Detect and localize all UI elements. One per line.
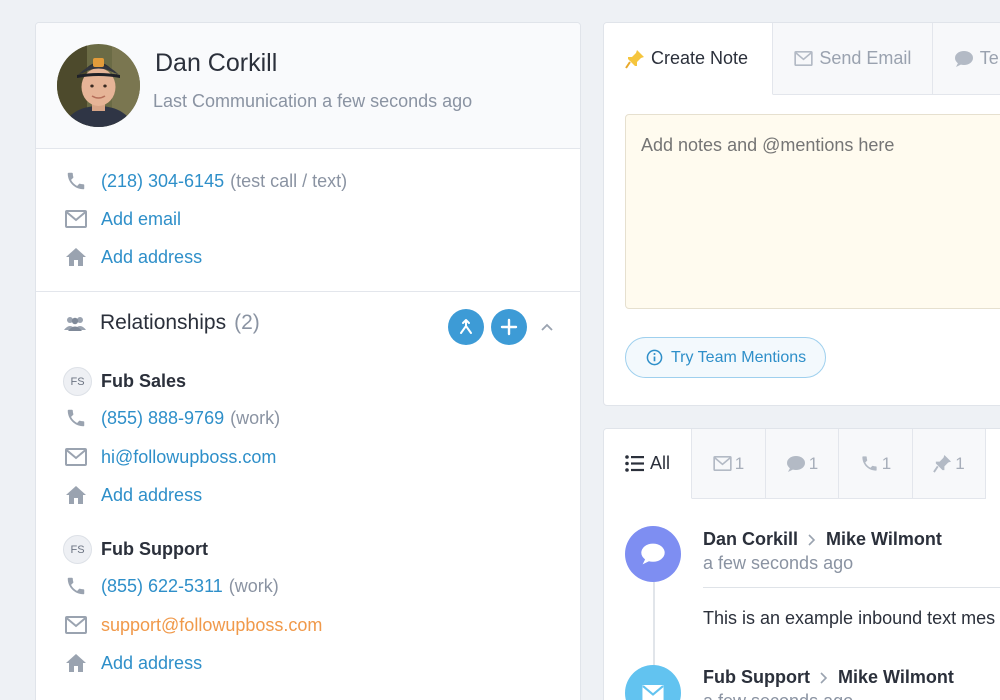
phone-icon xyxy=(64,406,88,430)
tab-create-note[interactable]: Create Note xyxy=(604,23,774,95)
section-divider xyxy=(36,291,580,292)
relationship-name-text: Fub Sales xyxy=(101,371,187,391)
relationship-email-row: hi@followupboss.com xyxy=(64,442,276,472)
tab-count: 1 xyxy=(881,453,892,473)
people-icon xyxy=(64,311,88,335)
tab-count: 1 xyxy=(808,453,819,473)
tab-label: Te xyxy=(979,48,999,68)
envelope-icon xyxy=(713,456,732,471)
entry-to[interactable]: Mike Wilmont xyxy=(838,667,954,688)
relationship-phone-row: (855) 888-9769 (work) xyxy=(64,403,280,433)
relationship-name[interactable]: FS Fub Sales xyxy=(63,367,186,396)
entry-header: Dan Corkill Mike Wilmont xyxy=(703,529,942,550)
feed-filter-tabs: All 1 1 1 1 xyxy=(604,429,986,499)
relationship-address-row: Add address xyxy=(64,648,202,678)
note-input[interactable] xyxy=(625,114,1000,309)
relationship-address-row: Add address xyxy=(64,480,202,510)
phone-link[interactable]: (218) 304-6145 xyxy=(101,171,224,192)
initials-badge: FS xyxy=(63,535,92,564)
composer-card: Create Note Send Email Te Try Team Menti… xyxy=(603,22,1000,406)
home-icon xyxy=(64,651,88,675)
avatar xyxy=(57,44,140,127)
tab-count: 1 xyxy=(734,453,745,473)
tab-calls[interactable]: 1 xyxy=(839,429,913,499)
mentions-button-label: Try Team Mentions xyxy=(671,348,807,366)
entry-time: a few seconds ago xyxy=(703,691,853,700)
envelope-icon xyxy=(64,207,88,231)
pin-icon xyxy=(933,454,952,473)
contact-name: Dan Corkill xyxy=(155,49,278,77)
tab-label: Create Note xyxy=(651,48,749,68)
collapse-chevron-icon[interactable] xyxy=(539,319,555,335)
tab-texts[interactable]: 1 xyxy=(766,429,839,499)
envelope-icon xyxy=(625,665,681,700)
chevron-right-icon xyxy=(819,671,829,684)
relationship-phone-link[interactable]: (855) 622-5311 xyxy=(101,576,223,597)
relationships-title: Relationships xyxy=(100,311,227,334)
address-row: Add address xyxy=(64,242,202,272)
phone-icon xyxy=(64,169,88,193)
relationship-email-row: support@followupboss.com xyxy=(64,610,322,640)
merge-icon xyxy=(460,319,472,334)
chat-icon xyxy=(625,526,681,582)
tab-send-email[interactable]: Send Email xyxy=(773,23,933,95)
entry-from[interactable]: Fub Support xyxy=(703,667,810,688)
chevron-right-icon xyxy=(807,533,817,546)
phone-row: (218) 304-6145 (test call / text) xyxy=(64,166,347,196)
relationship-add-address-link[interactable]: Add address xyxy=(101,485,202,506)
list-icon xyxy=(625,455,644,472)
last-communication: Last Communication a few seconds ago xyxy=(153,91,473,111)
add-relationship-button[interactable] xyxy=(491,309,527,345)
relationship-phone-link[interactable]: (855) 888-9769 xyxy=(101,408,224,429)
phone-type: (work) xyxy=(230,407,281,428)
activity-feed-card: All 1 1 1 1 Dan Corkill Mike Wilmont a f… xyxy=(603,428,1000,700)
entry-time: a few seconds ago xyxy=(703,553,854,573)
phone-icon xyxy=(860,454,879,473)
tab-emails[interactable]: 1 xyxy=(692,429,766,499)
entry-header: Fub Support Mike Wilmont xyxy=(703,667,954,688)
tab-all[interactable]: All xyxy=(604,429,692,499)
pin-icon xyxy=(625,49,645,69)
phone-type: (work) xyxy=(228,575,279,596)
relationship-phone-row: (855) 622-5311 (work) xyxy=(64,571,279,601)
entry-message: This is an example inbound text mes xyxy=(703,608,996,628)
envelope-icon xyxy=(794,51,813,66)
relationship-add-address-link[interactable]: Add address xyxy=(101,653,202,674)
add-email-link[interactable]: Add email xyxy=(101,209,181,230)
add-address-link[interactable]: Add address xyxy=(101,247,202,268)
home-icon xyxy=(64,245,88,269)
entry-from[interactable]: Dan Corkill xyxy=(703,529,798,550)
relationship-name[interactable]: FS Fub Support xyxy=(63,535,208,564)
composer-tabs: Create Note Send Email Te xyxy=(604,23,1000,95)
relationship-email-link[interactable]: hi@followupboss.com xyxy=(101,447,276,468)
relationship-name-text: Fub Support xyxy=(101,539,208,559)
tab-label: Send Email xyxy=(819,48,912,68)
relationships-count: (2) xyxy=(234,311,260,334)
chat-icon xyxy=(954,50,974,68)
tab-label: All xyxy=(649,453,670,473)
relationship-email-link[interactable]: support@followupboss.com xyxy=(101,615,322,636)
home-icon xyxy=(64,483,88,507)
phone-icon xyxy=(64,574,88,598)
envelope-icon xyxy=(64,613,88,637)
envelope-icon xyxy=(64,445,88,469)
profile-header: Dan Corkill Last Communication a few sec… xyxy=(36,23,580,149)
try-team-mentions-button[interactable]: Try Team Mentions xyxy=(625,337,826,378)
tab-text[interactable]: Te xyxy=(932,23,1000,95)
email-row: Add email xyxy=(64,204,181,234)
info-icon xyxy=(646,349,663,366)
timeline-line xyxy=(653,579,655,679)
initials-badge: FS xyxy=(63,367,92,396)
contact-card: Dan Corkill Last Communication a few sec… xyxy=(35,22,581,700)
tab-count: 1 xyxy=(955,453,965,473)
entry-divider xyxy=(703,587,1000,588)
entry-to[interactable]: Mike Wilmont xyxy=(826,529,942,550)
tab-notes[interactable]: 1 xyxy=(913,429,986,499)
chat-icon xyxy=(786,455,806,473)
phone-note: (test call / text) xyxy=(230,170,348,191)
relationships-header: Relationships (2) xyxy=(64,311,260,335)
merge-relationship-button[interactable] xyxy=(448,309,484,345)
plus-icon xyxy=(500,318,518,336)
